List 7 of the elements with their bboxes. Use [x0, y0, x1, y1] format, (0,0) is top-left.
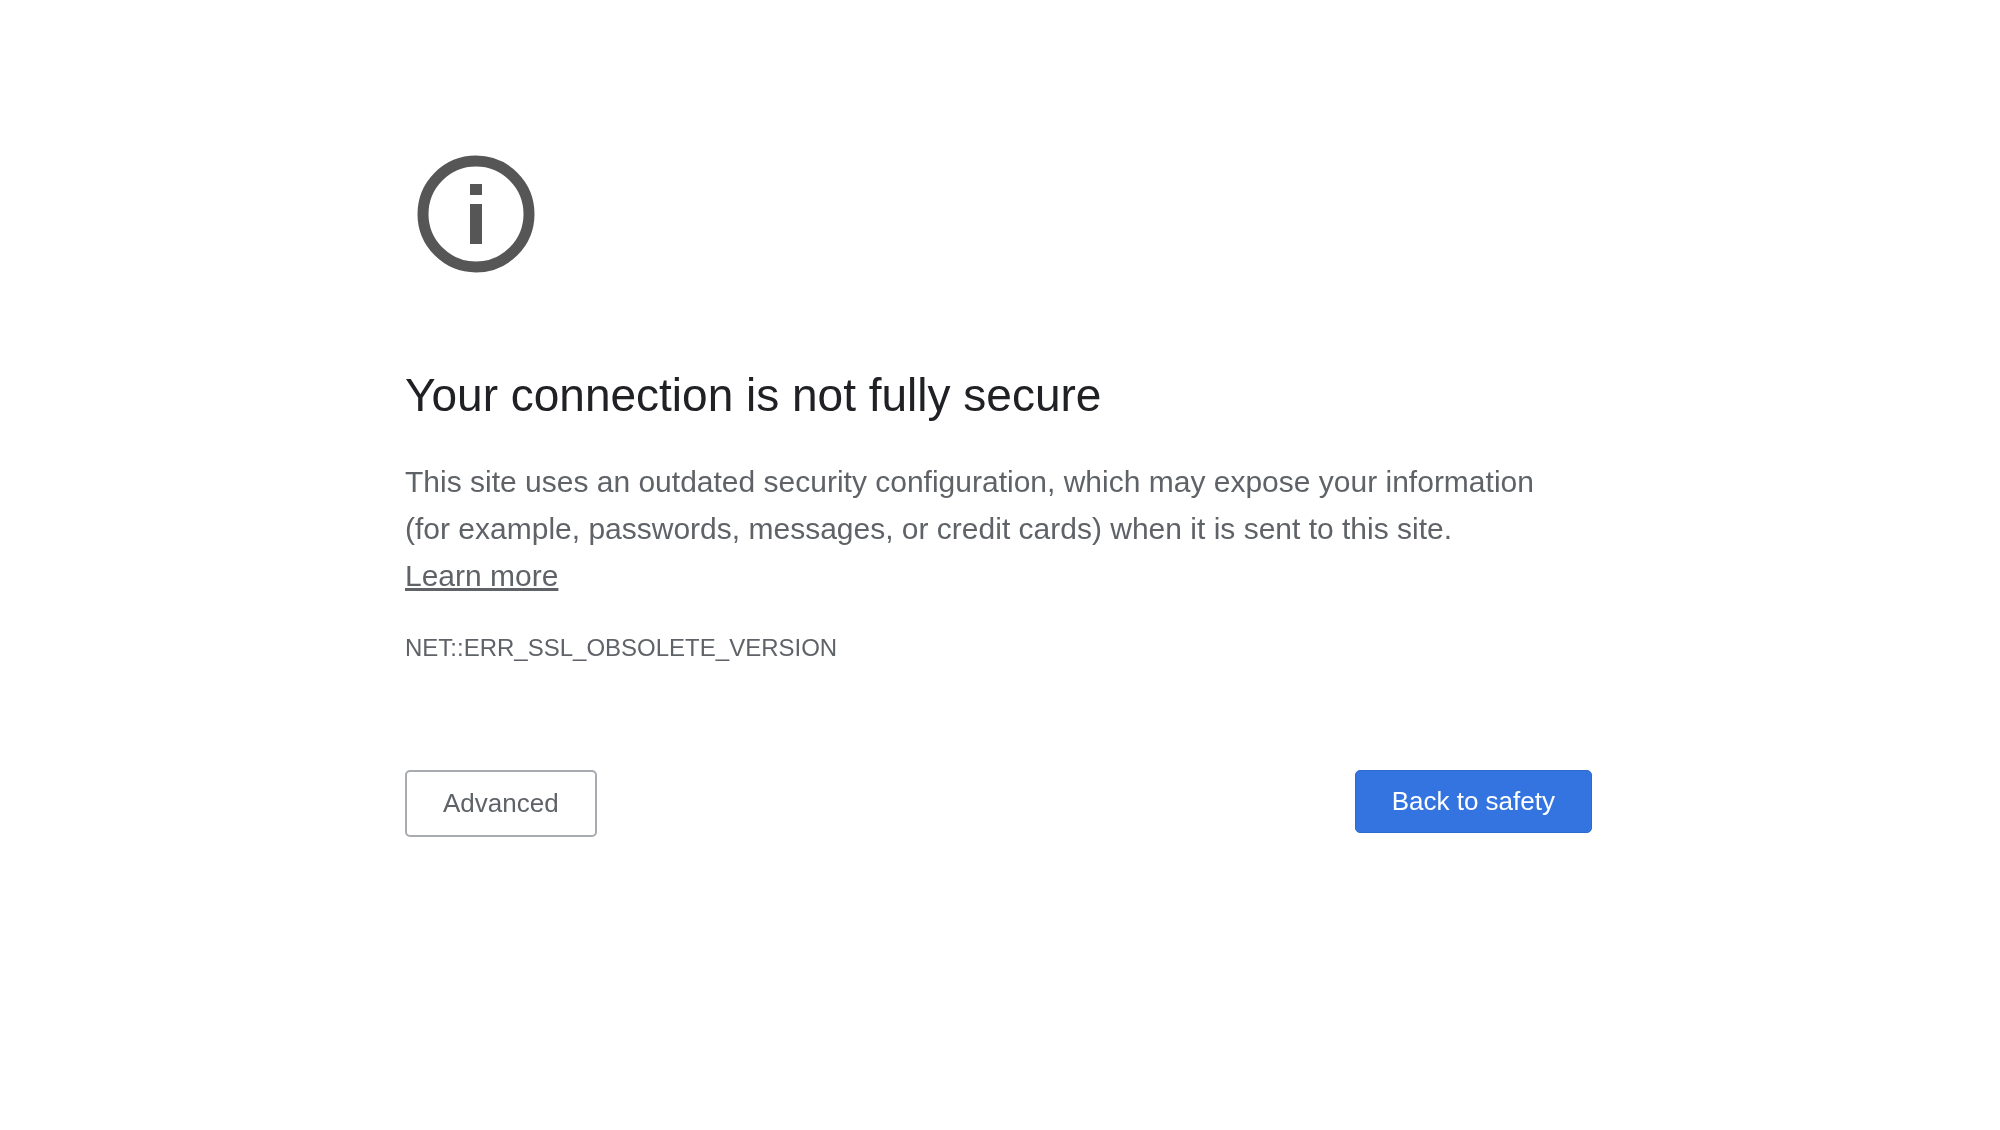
advanced-button[interactable]: Advanced — [405, 770, 597, 837]
info-icon — [417, 155, 535, 273]
learn-more-link[interactable]: Learn more — [405, 559, 559, 592]
error-code: NET::ERR_SSL_OBSOLETE_VERSION — [405, 633, 839, 663]
back-to-safety-button[interactable]: Back to safety — [1354, 770, 1592, 833]
warning-message: This site uses an outdated security configuration, which may expose your information (for example, passwords, messages, or credit cards) when it is sent to this site. Learn more — [405, 464, 1535, 594]
page-heading: Your connection is not fully secure — [405, 368, 1103, 423]
